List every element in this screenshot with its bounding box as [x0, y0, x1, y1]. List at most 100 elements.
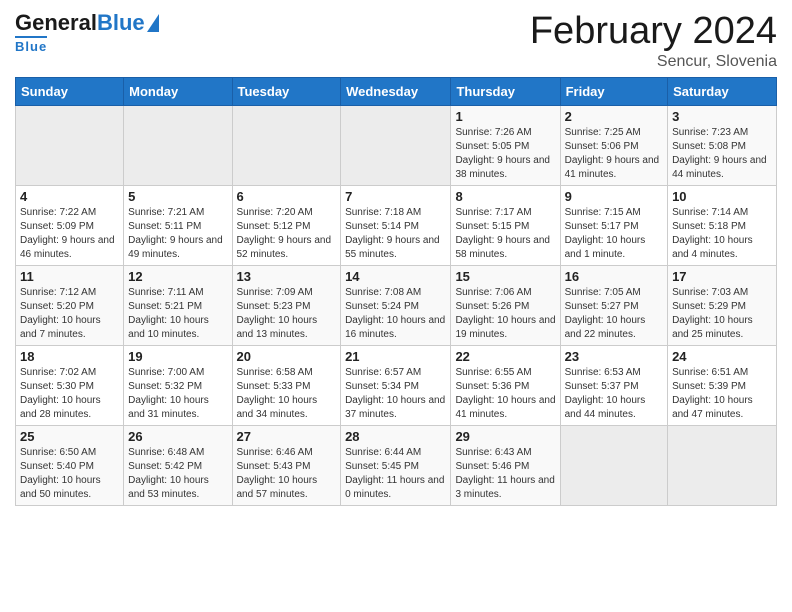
- day-number: 9: [565, 189, 663, 204]
- day-info: Sunrise: 7:18 AMSunset: 5:14 PMDaylight:…: [345, 206, 446, 262]
- day-info: Sunrise: 6:57 AMSunset: 5:34 PMDaylight:…: [345, 366, 446, 422]
- day-number: 26: [128, 429, 227, 444]
- day-number: 7: [345, 189, 446, 204]
- day-number: 2: [565, 109, 663, 124]
- calendar-cell: 7 Sunrise: 7:18 AMSunset: 5:14 PMDaylight…: [341, 186, 451, 266]
- day-number: 25: [20, 429, 119, 444]
- day-number: 24: [672, 349, 772, 364]
- day-number: 10: [672, 189, 772, 204]
- calendar-cell: 9 Sunrise: 7:15 AMSunset: 5:17 PMDaylight…: [560, 186, 667, 266]
- day-number: 27: [237, 429, 337, 444]
- calendar-cell: 4 Sunrise: 7:22 AMSunset: 5:09 PMDaylight…: [16, 186, 124, 266]
- day-number: 13: [237, 269, 337, 284]
- day-info: Sunrise: 7:26 AMSunset: 5:05 PMDaylight:…: [455, 126, 555, 182]
- calendar-cell: 11Sunrise: 7:12 AMSunset: 5:20 PMDayligh…: [16, 266, 124, 346]
- page-container: GeneralBlue Blue February 2024 Sencur, S…: [0, 0, 792, 516]
- calendar-day-header: Thursday: [451, 78, 560, 106]
- day-info: Sunrise: 6:58 AMSunset: 5:33 PMDaylight:…: [237, 366, 337, 422]
- calendar-day-header: Saturday: [668, 78, 777, 106]
- calendar-cell: 8 Sunrise: 7:17 AMSunset: 5:15 PMDaylight…: [451, 186, 560, 266]
- day-number: 28: [345, 429, 446, 444]
- day-info: Sunrise: 7:17 AMSunset: 5:15 PMDaylight:…: [455, 206, 555, 262]
- logo-text: GeneralBlue: [15, 10, 159, 36]
- calendar-cell: 6 Sunrise: 7:20 AMSunset: 5:12 PMDaylight…: [232, 186, 341, 266]
- calendar-cell: 15 Sunrise: 7:06 AMSunset: 5:26 PMDayligh…: [451, 266, 560, 346]
- day-number: 5: [128, 189, 227, 204]
- day-number: 4: [20, 189, 119, 204]
- day-number: 22: [455, 349, 555, 364]
- day-info: Sunrise: 7:22 AMSunset: 5:09 PMDaylight:…: [20, 206, 119, 262]
- logo-icon: [147, 14, 159, 32]
- day-info: Sunrise: 7:14 AMSunset: 5:18 PMDaylight:…: [672, 206, 772, 262]
- calendar-cell: 29 Sunrise: 6:43 AMSunset: 5:46 PMDayligh…: [451, 426, 560, 506]
- month-title: February 2024: [530, 10, 777, 53]
- day-number: 29: [455, 429, 555, 444]
- calendar-cell: [124, 106, 232, 186]
- calendar-table: SundayMondayTuesdayWednesdayThursdayFrid…: [15, 77, 777, 506]
- calendar-day-header: Friday: [560, 78, 667, 106]
- calendar-week-row: 18Sunrise: 7:02 AMSunset: 5:30 PMDayligh…: [16, 346, 777, 426]
- calendar-week-row: 25Sunrise: 6:50 AMSunset: 5:40 PMDayligh…: [16, 426, 777, 506]
- calendar-week-row: 4 Sunrise: 7:22 AMSunset: 5:09 PMDaylight…: [16, 186, 777, 266]
- day-number: 6: [237, 189, 337, 204]
- calendar-cell: 5Sunrise: 7:21 AMSunset: 5:11 PMDaylight…: [124, 186, 232, 266]
- calendar-cell: 28Sunrise: 6:44 AMSunset: 5:45 PMDayligh…: [341, 426, 451, 506]
- header: GeneralBlue Blue February 2024 Sencur, S…: [15, 10, 777, 71]
- day-number: 19: [128, 349, 227, 364]
- location-subtitle: Sencur, Slovenia: [530, 53, 777, 71]
- day-number: 15: [455, 269, 555, 284]
- calendar-cell: 23 Sunrise: 6:53 AMSunset: 5:37 PMDayligh…: [560, 346, 667, 426]
- calendar-cell: 26 Sunrise: 6:48 AMSunset: 5:42 PMDayligh…: [124, 426, 232, 506]
- day-number: 16: [565, 269, 663, 284]
- logo: GeneralBlue Blue: [15, 10, 159, 54]
- day-info: Sunrise: 7:00 AMSunset: 5:32 PMDaylight:…: [128, 366, 227, 422]
- calendar-day-header: Sunday: [16, 78, 124, 106]
- calendar-cell: 1 Sunrise: 7:26 AMSunset: 5:05 PMDaylight…: [451, 106, 560, 186]
- day-info: Sunrise: 6:55 AMSunset: 5:36 PMDaylight:…: [455, 366, 555, 422]
- day-number: 18: [20, 349, 119, 364]
- calendar-cell: 19 Sunrise: 7:00 AMSunset: 5:32 PMDayligh…: [124, 346, 232, 426]
- calendar-cell: 17Sunrise: 7:03 AMSunset: 5:29 PMDayligh…: [668, 266, 777, 346]
- day-number: 8: [455, 189, 555, 204]
- calendar-cell: 14 Sunrise: 7:08 AMSunset: 5:24 PMDayligh…: [341, 266, 451, 346]
- day-info: Sunrise: 7:15 AMSunset: 5:17 PMDaylight:…: [565, 206, 663, 262]
- calendar-cell: 27Sunrise: 6:46 AMSunset: 5:43 PMDayligh…: [232, 426, 341, 506]
- calendar-day-header: Monday: [124, 78, 232, 106]
- day-info: Sunrise: 7:20 AMSunset: 5:12 PMDaylight:…: [237, 206, 337, 262]
- day-number: 20: [237, 349, 337, 364]
- calendar-cell: 24 Sunrise: 6:51 AMSunset: 5:39 PMDayligh…: [668, 346, 777, 426]
- day-info: Sunrise: 6:51 AMSunset: 5:39 PMDaylight:…: [672, 366, 772, 422]
- calendar-cell: 18Sunrise: 7:02 AMSunset: 5:30 PMDayligh…: [16, 346, 124, 426]
- day-info: Sunrise: 6:53 AMSunset: 5:37 PMDaylight:…: [565, 366, 663, 422]
- logo-underline: Blue: [15, 36, 47, 54]
- day-info: Sunrise: 6:43 AMSunset: 5:46 PMDaylight:…: [455, 446, 555, 502]
- calendar-cell: [341, 106, 451, 186]
- day-info: Sunrise: 6:48 AMSunset: 5:42 PMDaylight:…: [128, 446, 227, 502]
- day-info: Sunrise: 7:03 AMSunset: 5:29 PMDaylight:…: [672, 286, 772, 342]
- calendar-week-row: 11Sunrise: 7:12 AMSunset: 5:20 PMDayligh…: [16, 266, 777, 346]
- day-info: Sunrise: 7:25 AMSunset: 5:06 PMDaylight:…: [565, 126, 663, 182]
- logo-general-text: General: [15, 10, 97, 36]
- calendar-cell: [232, 106, 341, 186]
- calendar-cell: 21 Sunrise: 6:57 AMSunset: 5:34 PMDayligh…: [341, 346, 451, 426]
- calendar-cell: [16, 106, 124, 186]
- day-number: 3: [672, 109, 772, 124]
- day-info: Sunrise: 7:06 AMSunset: 5:26 PMDaylight:…: [455, 286, 555, 342]
- calendar-cell: 2 Sunrise: 7:25 AMSunset: 5:06 PMDaylight…: [560, 106, 667, 186]
- day-number: 21: [345, 349, 446, 364]
- day-info: Sunrise: 7:09 AMSunset: 5:23 PMDaylight:…: [237, 286, 337, 342]
- calendar-cell: 13 Sunrise: 7:09 AMSunset: 5:23 PMDayligh…: [232, 266, 341, 346]
- calendar-cell: 3Sunrise: 7:23 AMSunset: 5:08 PMDaylight…: [668, 106, 777, 186]
- day-number: 11: [20, 269, 119, 284]
- day-number: 12: [128, 269, 227, 284]
- title-block: February 2024 Sencur, Slovenia: [530, 10, 777, 71]
- calendar-cell: 25Sunrise: 6:50 AMSunset: 5:40 PMDayligh…: [16, 426, 124, 506]
- calendar-week-row: 1 Sunrise: 7:26 AMSunset: 5:05 PMDaylight…: [16, 106, 777, 186]
- calendar-cell: 10 Sunrise: 7:14 AMSunset: 5:18 PMDayligh…: [668, 186, 777, 266]
- day-number: 14: [345, 269, 446, 284]
- calendar-cell: 22 Sunrise: 6:55 AMSunset: 5:36 PMDayligh…: [451, 346, 560, 426]
- day-number: 23: [565, 349, 663, 364]
- day-info: Sunrise: 7:08 AMSunset: 5:24 PMDaylight:…: [345, 286, 446, 342]
- day-info: Sunrise: 7:05 AMSunset: 5:27 PMDaylight:…: [565, 286, 663, 342]
- day-number: 1: [455, 109, 555, 124]
